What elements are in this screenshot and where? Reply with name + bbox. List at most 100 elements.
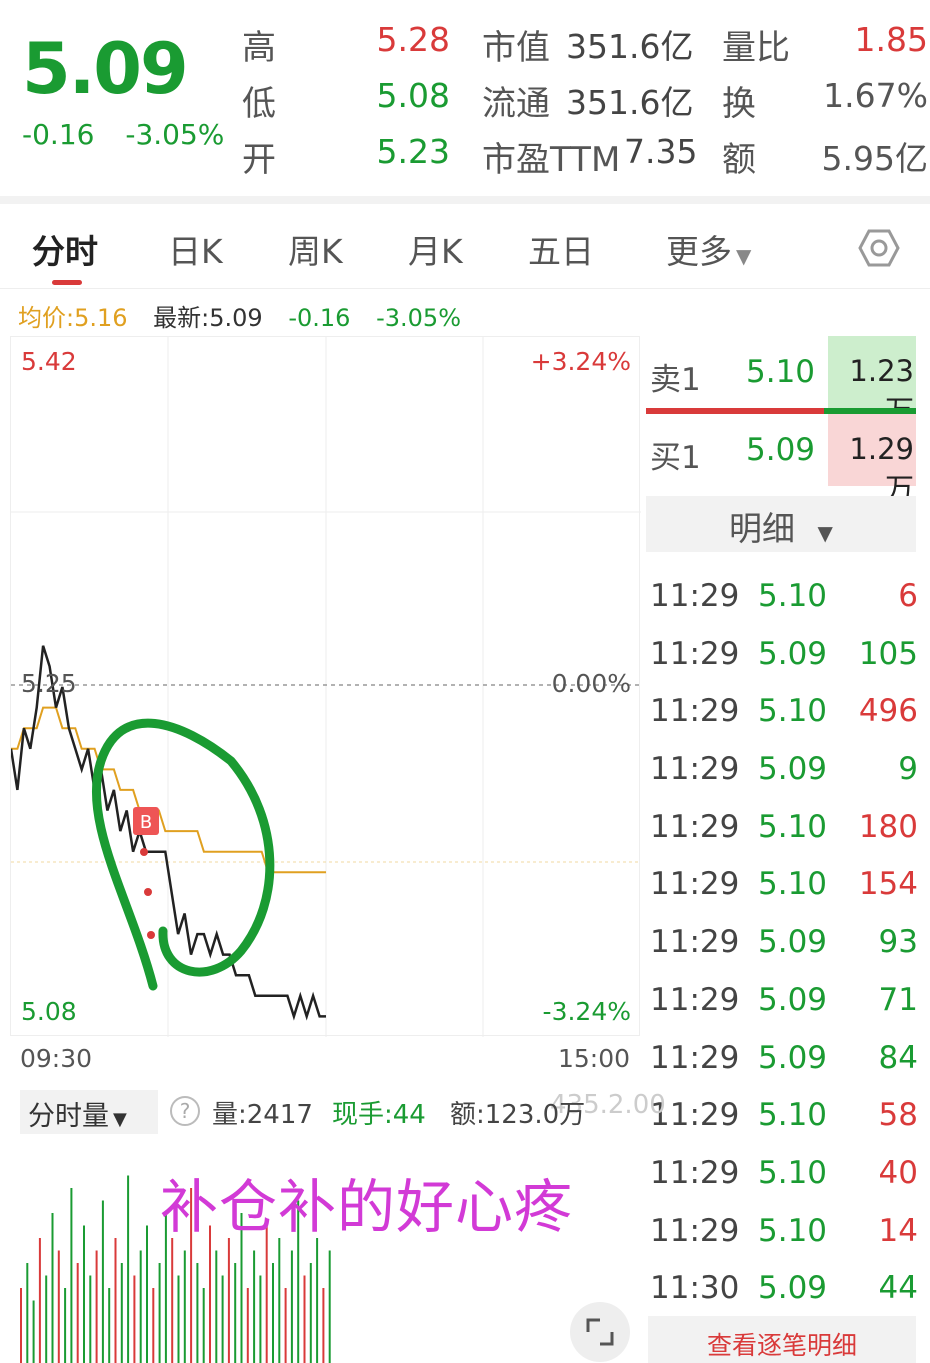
volume-bar [32, 1300, 35, 1363]
volume-bar [152, 1288, 155, 1363]
detail-dropdown-label: 明细 [729, 509, 796, 548]
volume-bar [259, 1275, 262, 1363]
trade-row: 11:29 5.09 84 [650, 1032, 918, 1090]
volume-bar [202, 1288, 205, 1363]
volume-bar [177, 1275, 180, 1363]
volume-bar [215, 1250, 218, 1363]
sell-1-row: 卖1 5.10 1.23万 [646, 336, 916, 428]
y-axis-mid: 5.25 [21, 669, 77, 698]
trade-price: 5.09 [758, 1270, 828, 1307]
tab-five-day[interactable]: 五日 [528, 225, 594, 273]
hand-drawn-circle-annotation [91, 718, 275, 991]
chart-info-strip: 均价:5.16 最新:5.09 -0.16 -3.05% [18, 298, 479, 333]
volume-ratio-label: 量比 [722, 28, 790, 68]
volume-bar [303, 1275, 306, 1363]
tab-intraday[interactable]: 分时 [32, 225, 98, 273]
volume-turnover: 额:123.0万 [450, 1100, 586, 1130]
open-label: 开 [242, 140, 276, 180]
y-axis-top: 5.42 [21, 347, 77, 376]
volume-bar [57, 1250, 60, 1363]
volume-ratio-value: 1.85 [854, 20, 928, 59]
trade-volume: 71 [878, 981, 918, 1018]
trade-volume: 93 [878, 924, 918, 961]
volume-bar [101, 1200, 104, 1363]
intraday-chart-svg: B [11, 337, 641, 1037]
trade-row: 11:29 5.09 9 [650, 743, 918, 801]
volume-bar [120, 1263, 123, 1363]
volume-bar [322, 1288, 325, 1363]
high-label: 高 [242, 28, 276, 68]
trade-time: 11:29 [650, 1039, 740, 1076]
intraday-chart[interactable]: B 5.42 +3.24% 5.25 0.00% 5.08 -3.24% [10, 336, 641, 1037]
trade-volume: 58 [878, 1097, 918, 1134]
trade-time: 11:29 [650, 578, 740, 614]
view-tick-detail-link[interactable]: 查看逐笔明细 [648, 1316, 916, 1363]
trade-price: 5.10 [758, 1097, 828, 1134]
trade-row: 11:29 5.10 6 [650, 570, 918, 628]
overlay-caption: 补仓补的好心疼 [160, 1173, 574, 1241]
volume-bar [83, 1225, 85, 1363]
volume-bar [246, 1288, 249, 1363]
tab-more[interactable]: 更多 ▼ [666, 225, 751, 273]
volume-bar [253, 1250, 256, 1363]
trade-volume: 105 [858, 635, 918, 672]
time-end: 15:00 [557, 1044, 630, 1073]
volume-bar [309, 1263, 312, 1363]
float-label: 流通 [482, 84, 550, 124]
price-change-pct: -3.05% [125, 118, 225, 151]
order-book: 卖1 5.10 1.23万 买1 5.09 1.29万 [646, 336, 916, 506]
trade-price: 5.09 [758, 1039, 828, 1076]
trade-time: 11:29 [650, 808, 740, 845]
amount-value: 5.95亿 [821, 139, 928, 178]
volume-bar [278, 1238, 281, 1363]
trade-time: 11:29 [650, 751, 740, 788]
trade-time: 11:29 [650, 866, 740, 903]
mcap-label: 市值 [482, 28, 550, 68]
volume-bar [316, 1238, 319, 1363]
turnover-rate-value: 1.67% [823, 76, 928, 115]
volume-bar [328, 1250, 331, 1363]
low-label: 低 [242, 84, 276, 124]
open-value: 5.23 [376, 132, 450, 171]
trade-detail-list[interactable]: 11:29 5.10 6 11:29 5.09 105 11:29 5.10 496 11:29 5… [650, 570, 918, 1320]
tab-more-label: 更多 [666, 232, 732, 271]
volume-bar [183, 1250, 186, 1363]
volume-bar [70, 1188, 73, 1363]
trade-price: 5.10 [758, 1212, 828, 1249]
trade-time: 11:29 [650, 693, 740, 730]
trade-row: 11:29 5.10 58 [650, 1089, 918, 1147]
low-value: 5.08 [376, 76, 450, 115]
trade-price: 5.09 [758, 635, 828, 672]
sell-1-price: 5.10 [746, 354, 816, 390]
trade-row: 11:29 5.09 105 [650, 628, 918, 686]
quote-header: 5.09 -0.16 -3.05% 高 5.28 低 5.08 开 5.23 市… [0, 0, 930, 195]
sell-1-label: 卖1 [650, 362, 701, 398]
float-value: 351.6亿 [566, 83, 694, 122]
tab-monthly-k[interactable]: 月K [408, 225, 463, 273]
chart-tab-bar: 分时 日K 周K 月K 五日 更多 ▼ [0, 205, 930, 289]
trade-price: 5.10 [758, 866, 828, 903]
time-axis: 09:30 15:00 [20, 1044, 630, 1073]
trade-row: 11:29 5.10 496 [650, 685, 918, 743]
expand-chart-button[interactable] [570, 1302, 630, 1362]
tab-active-indicator [52, 280, 82, 285]
trade-row: 11:29 5.10 40 [650, 1147, 918, 1205]
trade-time: 11:29 [650, 924, 740, 961]
buy-1-row: 买1 5.09 1.29万 [646, 414, 916, 506]
trade-time: 11:30 [650, 1270, 740, 1307]
volume-bar [221, 1275, 224, 1363]
tab-weekly-k[interactable]: 周K [288, 225, 343, 273]
trade-price: 5.09 [758, 981, 828, 1018]
detail-dropdown[interactable]: 明细 ▼ [646, 496, 916, 552]
trade-price: 5.10 [758, 1154, 828, 1191]
tab-daily-k[interactable]: 日K [168, 225, 223, 273]
volume-bar [108, 1288, 111, 1363]
help-icon[interactable]: ? [170, 1096, 200, 1126]
gear-icon[interactable] [858, 227, 900, 269]
volume-bar [209, 1225, 211, 1363]
volume-bar [196, 1263, 199, 1363]
volume-indicator-selector[interactable]: 分时量 ▼ [20, 1090, 158, 1134]
trade-volume: 44 [878, 1270, 918, 1307]
trade-volume: 84 [878, 1039, 918, 1076]
volume-bar [139, 1250, 142, 1363]
